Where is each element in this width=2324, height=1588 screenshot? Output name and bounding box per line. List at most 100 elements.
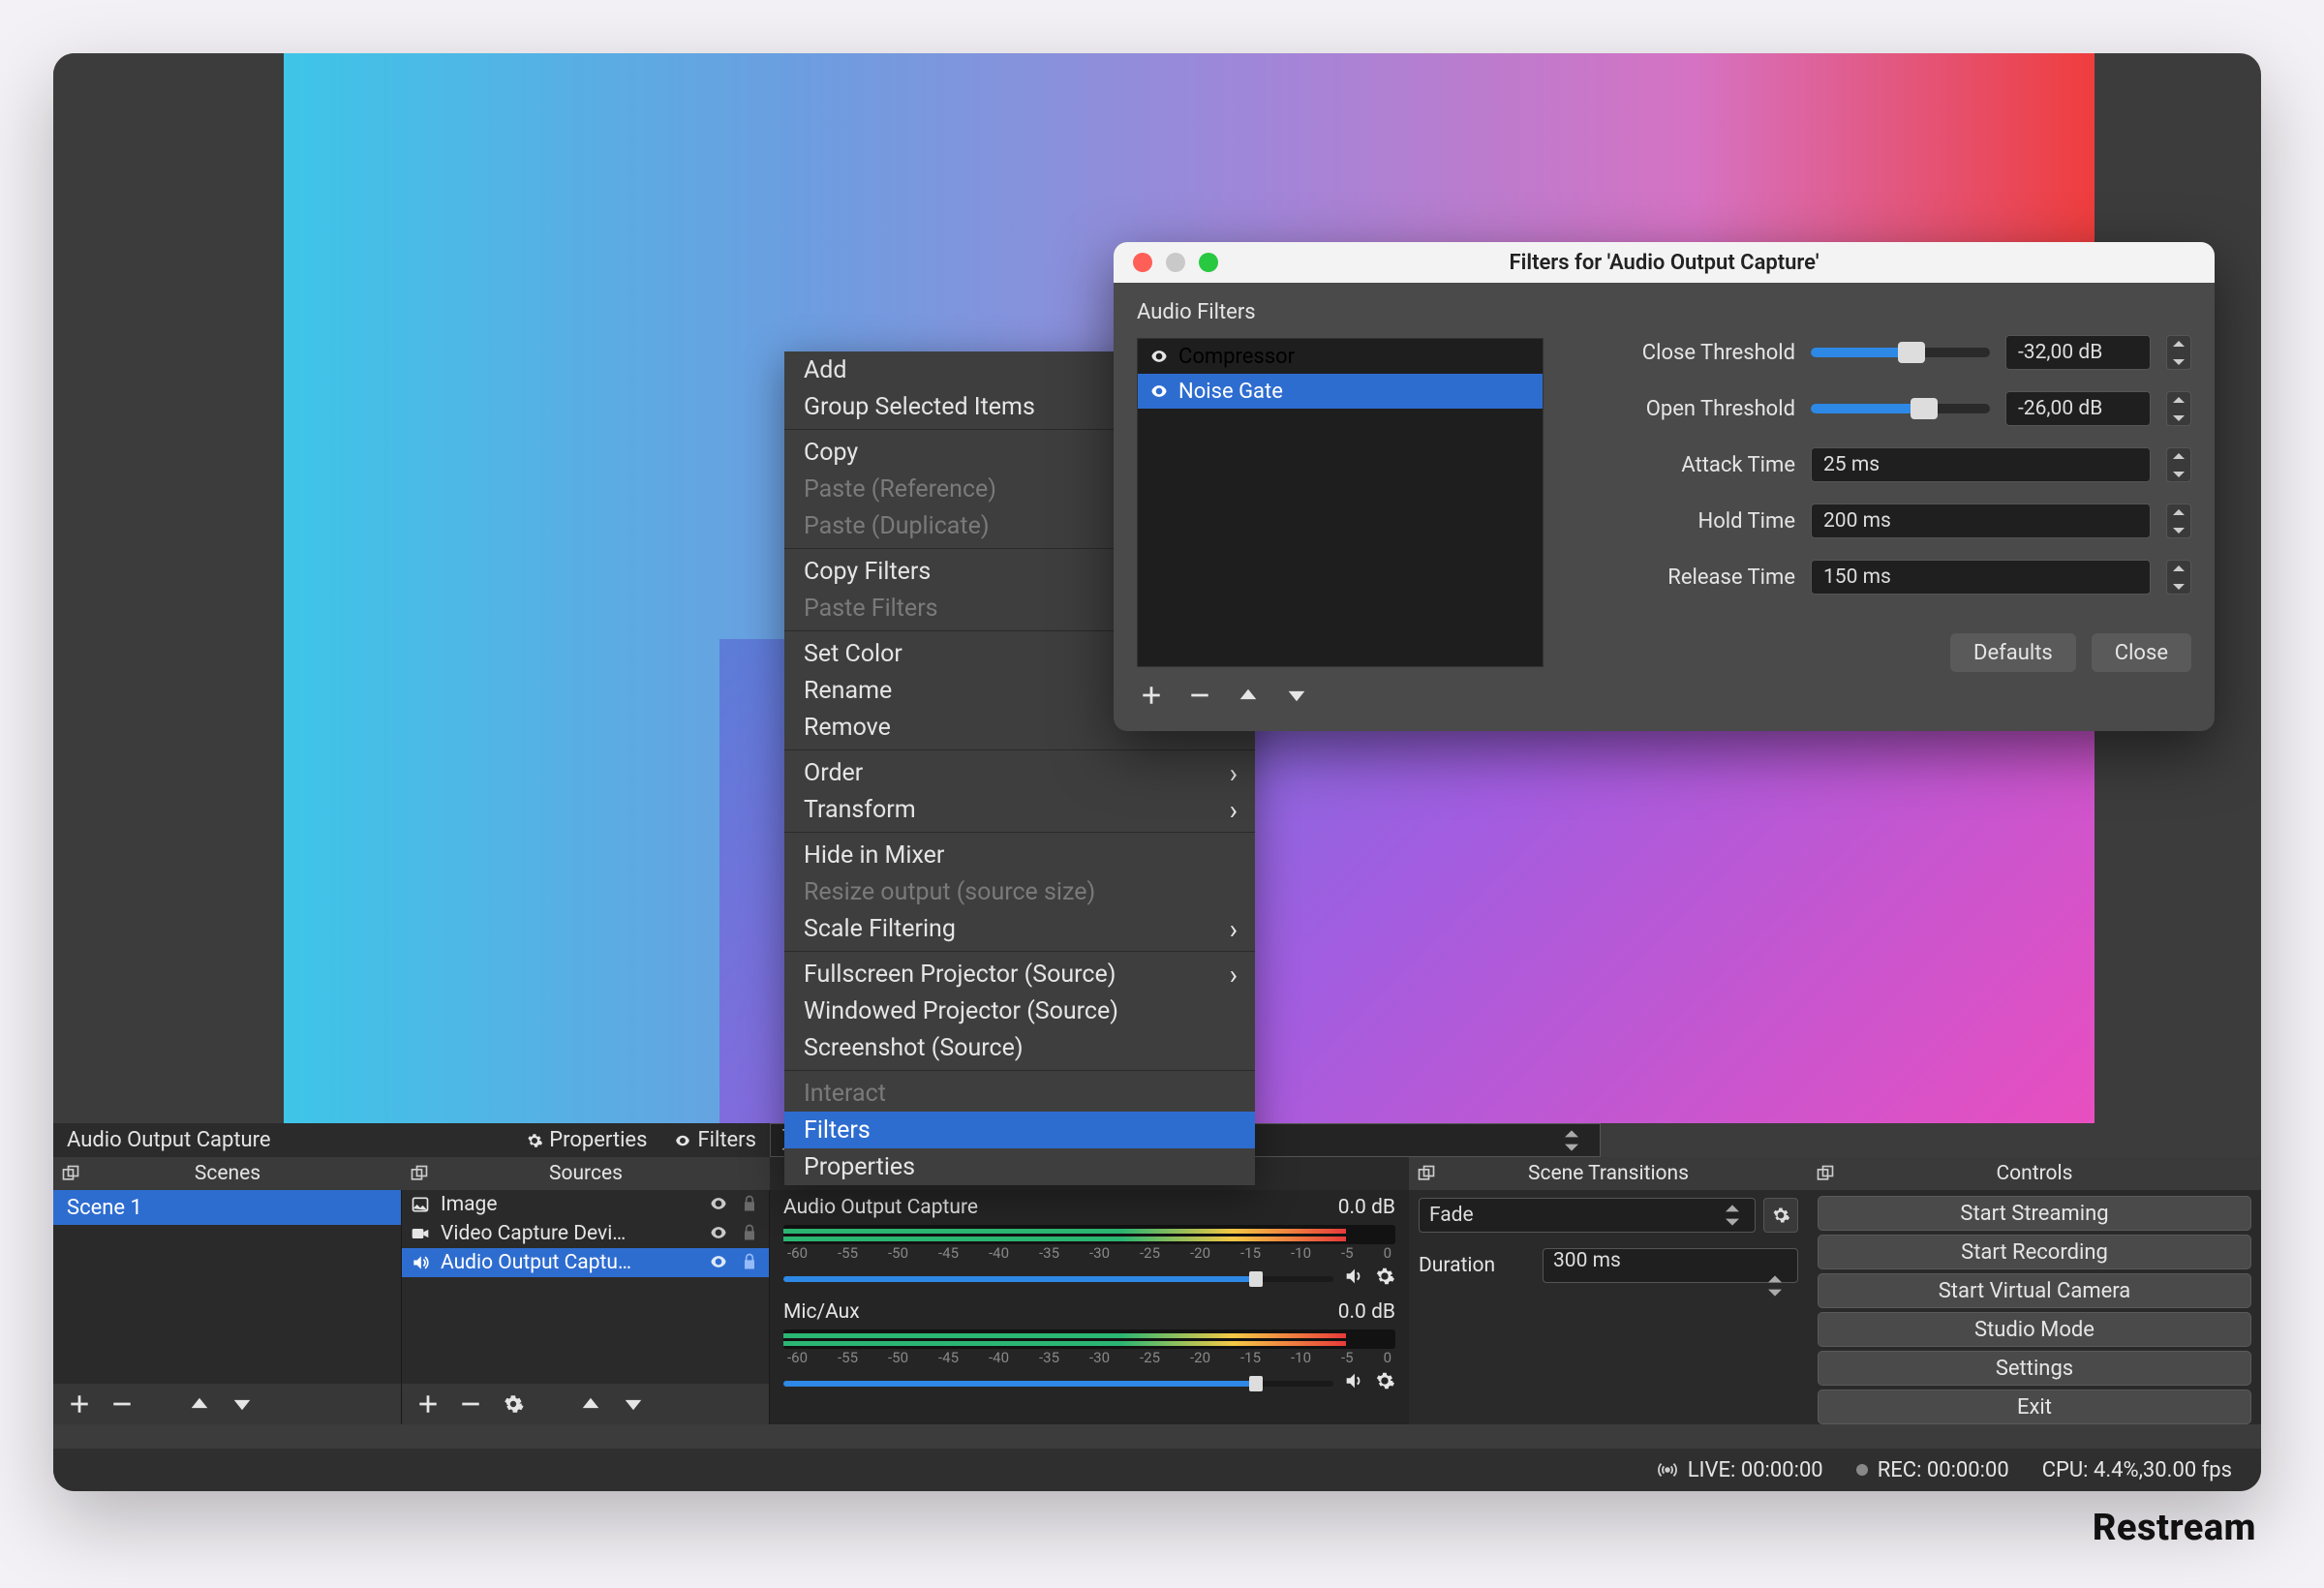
- release-time-stepper[interactable]: [2166, 560, 2191, 595]
- controls-panel: Start Streaming Start Recording Start Vi…: [1808, 1190, 2261, 1424]
- transitions-panel-header[interactable]: Scene Transitions: [1409, 1157, 1808, 1190]
- release-time-input[interactable]: 150 ms: [1811, 560, 2151, 595]
- left-gutter: [53, 53, 284, 1123]
- start-recording-button[interactable]: Start Recording: [1818, 1235, 2251, 1269]
- audio-filters-label: Audio Filters: [1137, 300, 1544, 324]
- menu-item: Resize output (source size): [784, 873, 1255, 910]
- dialog-title: Filters for 'Audio Output Capture': [1114, 251, 2215, 275]
- duration-input[interactable]: 300 ms: [1543, 1248, 1798, 1283]
- open-threshold-slider[interactable]: [1811, 404, 1990, 413]
- studio-mode-button[interactable]: Studio Mode: [1818, 1312, 2251, 1347]
- scene-item[interactable]: Scene 1: [53, 1190, 401, 1225]
- cpu-status: CPU: 4.4%,30.00 fps: [2042, 1458, 2232, 1482]
- menu-separator: [784, 749, 1255, 750]
- menu-item[interactable]: Properties: [784, 1148, 1255, 1185]
- open-threshold-value[interactable]: -26,00 dB: [2005, 391, 2151, 426]
- volume-slider[interactable]: [783, 1276, 1333, 1282]
- meter-ticks: -60-55-50-45-40-35-30-25-20-15-10-50: [783, 1349, 1395, 1366]
- attack-time-stepper[interactable]: [2166, 447, 2191, 482]
- add-source-button[interactable]: [415, 1391, 441, 1417]
- channel-settings-button[interactable]: [1374, 1266, 1395, 1293]
- scene-down-button[interactable]: [229, 1391, 255, 1417]
- volume-slider[interactable]: [783, 1381, 1333, 1387]
- lock-icon[interactable]: [740, 1223, 761, 1244]
- filter-up-button[interactable]: [1234, 681, 1263, 710]
- close-threshold-slider[interactable]: [1811, 348, 1990, 357]
- remove-scene-button[interactable]: [109, 1391, 135, 1417]
- menu-item[interactable]: Fullscreen Projector (Source): [784, 956, 1255, 992]
- source-item-audio-output[interactable]: Audio Output Captu…: [402, 1248, 769, 1277]
- mute-button[interactable]: [1343, 1266, 1364, 1293]
- status-bar: LIVE: 00:00:00 REC: 00:00:00 CPU: 4.4%,3…: [53, 1449, 2261, 1491]
- sources-panel: Image Video Capture Devi… Audio Output C…: [402, 1190, 770, 1424]
- menu-item[interactable]: Windowed Projector (Source): [784, 992, 1255, 1029]
- visibility-icon[interactable]: [709, 1252, 730, 1273]
- menu-item[interactable]: Transform: [784, 791, 1255, 828]
- close-threshold-row: Close Threshold -32,00 dB: [1582, 335, 2191, 370]
- add-scene-button[interactable]: [67, 1391, 92, 1417]
- scene-up-button[interactable]: [187, 1391, 212, 1417]
- menu-item[interactable]: Screenshot (Source): [784, 1029, 1255, 1066]
- scenes-panel: Scene 1: [53, 1190, 402, 1424]
- open-threshold-stepper[interactable]: [2166, 391, 2191, 426]
- release-time-row: Release Time 150 ms: [1582, 560, 2191, 595]
- remove-filter-button[interactable]: [1185, 681, 1214, 710]
- audio-mixer-panel: Audio Output Capture0.0 dB -60-55-50-45-…: [770, 1190, 1409, 1424]
- visibility-icon[interactable]: [709, 1223, 730, 1244]
- transition-select[interactable]: Fade: [1419, 1198, 1756, 1233]
- menu-item[interactable]: Hide in Mixer: [784, 837, 1255, 873]
- popout-icon: [410, 1164, 429, 1183]
- menu-item[interactable]: Scale Filtering: [784, 910, 1255, 947]
- close-threshold-stepper[interactable]: [2166, 335, 2191, 370]
- menu-item[interactable]: Order: [784, 754, 1255, 791]
- filter-compressor[interactable]: Compressor: [1138, 339, 1543, 374]
- source-item-video-capture[interactable]: Video Capture Devi…: [402, 1219, 769, 1248]
- close-threshold-value[interactable]: -32,00 dB: [2005, 335, 2151, 370]
- live-status: LIVE: 00:00:00: [1657, 1458, 1823, 1482]
- scenes-panel-header[interactable]: Scenes: [53, 1157, 402, 1190]
- source-up-button[interactable]: [578, 1391, 603, 1417]
- source-item-image[interactable]: Image: [402, 1190, 769, 1219]
- filter-down-button[interactable]: [1282, 681, 1311, 710]
- settings-button[interactable]: Settings: [1818, 1351, 2251, 1386]
- remove-source-button[interactable]: [458, 1391, 483, 1417]
- start-streaming-button[interactable]: Start Streaming: [1818, 1196, 2251, 1231]
- hold-time-stepper[interactable]: [2166, 504, 2191, 538]
- open-threshold-row: Open Threshold -26,00 dB: [1582, 391, 2191, 426]
- transition-settings-button[interactable]: [1763, 1198, 1798, 1233]
- dialog-titlebar[interactable]: Filters for 'Audio Output Capture': [1114, 242, 2215, 283]
- source-settings-button[interactable]: [501, 1391, 526, 1417]
- channel-settings-button[interactable]: [1374, 1370, 1395, 1397]
- mute-button[interactable]: [1343, 1370, 1364, 1397]
- controls-panel-header[interactable]: Controls: [1808, 1157, 2261, 1190]
- eye-icon: [1149, 382, 1169, 401]
- sources-panel-header[interactable]: Sources: [402, 1157, 770, 1190]
- duration-label: Duration: [1419, 1254, 1535, 1277]
- defaults-button[interactable]: Defaults: [1950, 633, 2076, 672]
- rec-status: REC: 00:00:00: [1856, 1458, 2009, 1482]
- add-filter-button[interactable]: [1137, 681, 1166, 710]
- menu-separator: [784, 832, 1255, 833]
- source-down-button[interactable]: [621, 1391, 646, 1417]
- menu-item[interactable]: Filters: [784, 1112, 1255, 1148]
- filter-noise-gate[interactable]: Noise Gate: [1138, 374, 1543, 409]
- hold-time-input[interactable]: 200 ms: [1811, 504, 2151, 538]
- mixer-channel-1: Audio Output Capture0.0 dB -60-55-50-45-…: [770, 1190, 1409, 1295]
- filter-eye-icon: [674, 1132, 691, 1149]
- exit-button[interactable]: Exit: [1818, 1390, 2251, 1424]
- stepper-icon: [1726, 1202, 1745, 1229]
- source-toolbar: Audio Output Capture Properties Filters: [53, 1123, 770, 1157]
- eye-icon: [1149, 347, 1169, 366]
- visibility-icon[interactable]: [709, 1194, 730, 1215]
- attack-time-input[interactable]: 25 ms: [1811, 447, 2151, 482]
- close-button[interactable]: Close: [2092, 633, 2191, 672]
- filters-button[interactable]: Filters: [660, 1123, 770, 1157]
- attack-time-row: Attack Time 25 ms: [1582, 447, 2191, 482]
- lock-icon[interactable]: [740, 1194, 761, 1215]
- lock-icon[interactable]: [740, 1252, 761, 1273]
- start-virtual-camera-button[interactable]: Start Virtual Camera: [1818, 1273, 2251, 1308]
- audio-meter: [783, 1225, 1395, 1244]
- filters-list-toolbar: [1137, 681, 1544, 710]
- obs-main-window: Audio Output Capture Properties Filters …: [53, 53, 2261, 1491]
- properties-button[interactable]: Properties: [512, 1123, 660, 1157]
